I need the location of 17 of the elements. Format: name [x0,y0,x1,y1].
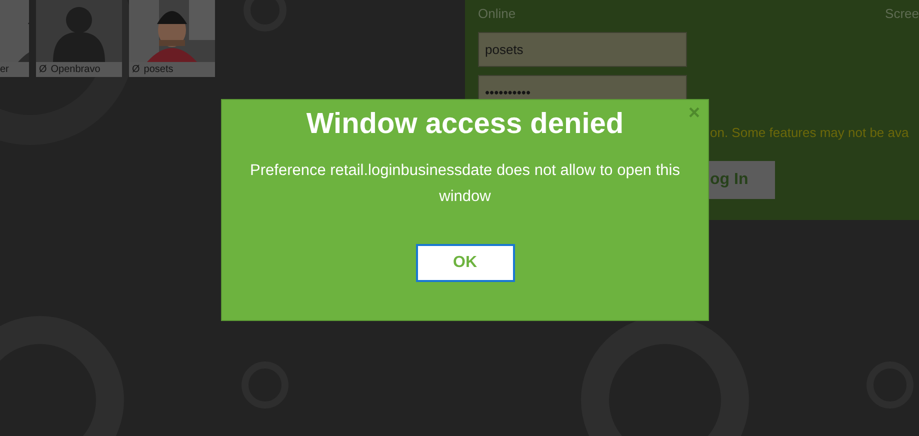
close-button[interactable]: × [688,103,700,123]
user-name: er [0,64,9,75]
dialog-message: Preference retail.loginbusinessdate does not allow to open this window [249,160,681,207]
ok-button[interactable]: OK [416,244,514,282]
user-name: Openbravo [50,64,100,75]
dialog-title: Window access denied [305,107,625,142]
screen-label: Scree [885,5,919,23]
connection-status: Online [478,5,516,23]
user-tile-label[interactable]: er [0,62,29,77]
user-tile-label[interactable]: Ø posets [129,62,215,77]
status-icon: Ø [132,64,140,75]
user-tile-label[interactable]: Ø Openbravo [36,62,122,77]
login-button[interactable]: og In [708,161,775,199]
status-icon: Ø [39,64,47,75]
username-field[interactable]: posets [478,32,687,66]
warning-text: on. Some features may not be ava [710,124,909,142]
user-name: posets [144,64,174,75]
